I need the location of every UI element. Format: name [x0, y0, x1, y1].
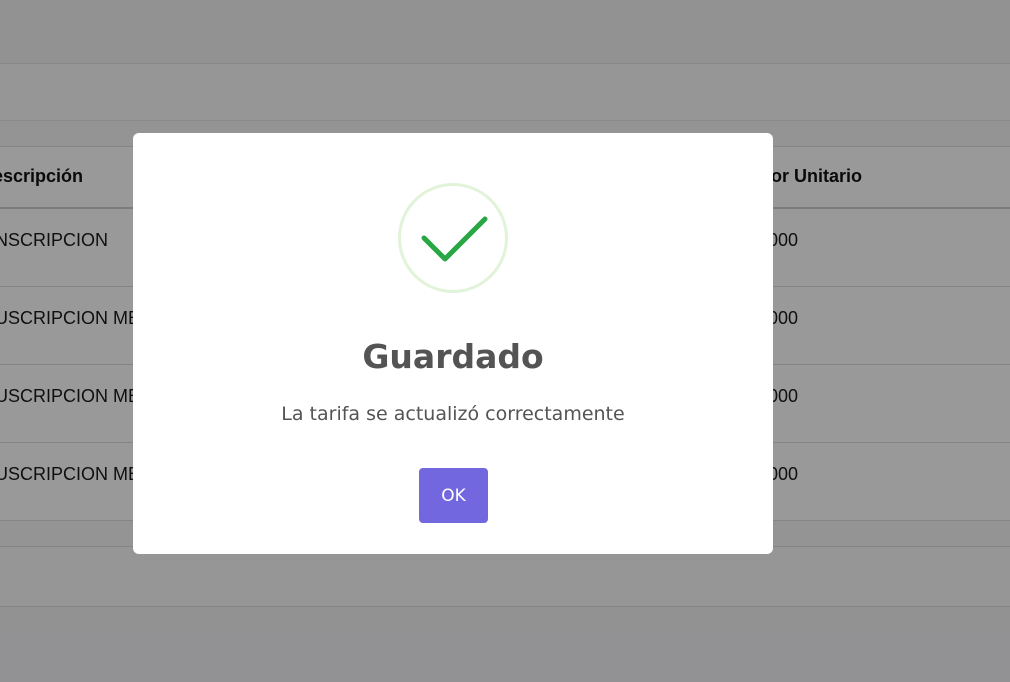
ok-button[interactable]: OK [419, 468, 488, 523]
success-dialog: Guardado La tarifa se actualizó correcta… [133, 133, 773, 554]
success-check-icon [398, 183, 508, 293]
dialog-message: La tarifa se actualizó correctamente [281, 403, 625, 425]
dialog-title: Guardado [362, 337, 544, 376]
